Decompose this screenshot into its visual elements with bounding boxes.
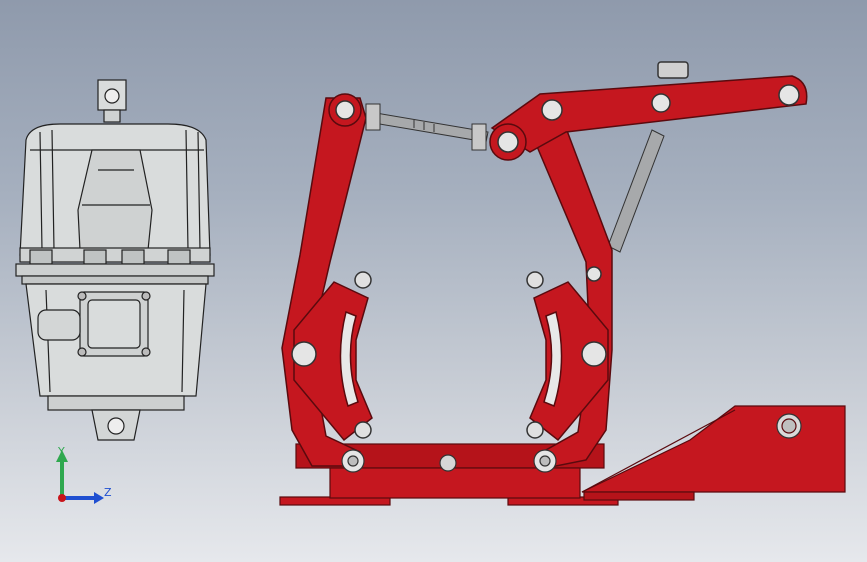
axis-z-label: Z	[104, 486, 112, 499]
cad-viewport[interactable]: Y Z	[0, 0, 867, 562]
electro-hydraulic-thruster-icon[interactable]	[15, 79, 215, 441]
coordinate-triad-icon: Y Z	[56, 445, 112, 504]
thruster-bracket-icon[interactable]	[581, 405, 846, 501]
axis-y-label: Y	[57, 445, 65, 458]
spring-rod-icon[interactable]	[607, 129, 665, 253]
brake-assembly-model[interactable]: Y Z	[0, 0, 867, 562]
pull-rod-icon[interactable]	[365, 103, 489, 151]
